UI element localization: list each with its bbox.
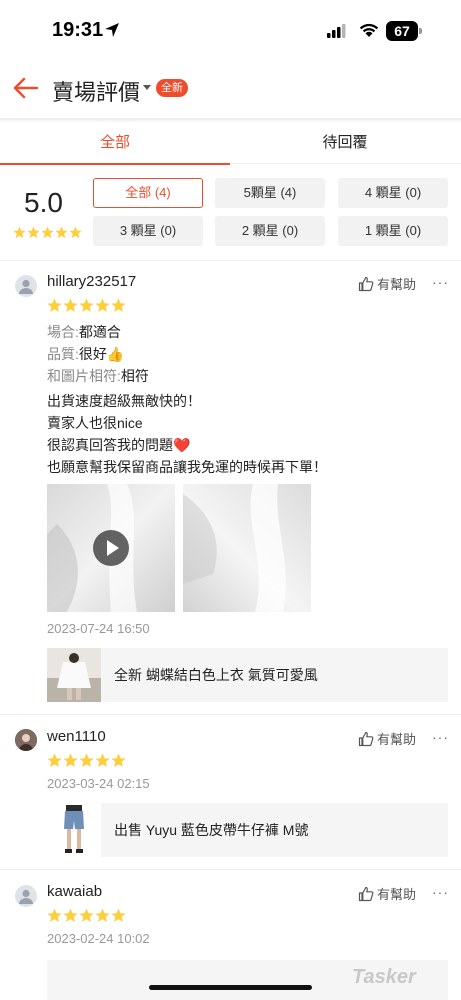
helpful-button[interactable]: 有幫助 [358, 274, 416, 293]
review-photo-thumbnail[interactable] [183, 484, 311, 612]
filter-all[interactable]: 全部 (4) [93, 178, 203, 208]
location-arrow-icon [104, 22, 120, 43]
product-link[interactable]: 出售 Yuyu 藍色皮帶牛仔褲 M號 [47, 803, 448, 857]
review-username[interactable]: hillary232517 [47, 273, 136, 290]
review-date: 2023-02-24 10:02 [47, 931, 150, 946]
review-text-line: 也願意幫我保留商品讓我免運的時候再下單！ [47, 459, 327, 475]
review-item: wen1110 有幫助 ··· 2023-03-24 02:15 出售 Yuyu… [0, 715, 461, 869]
review-text-line: 出貨速度超級無敵快的！ [47, 393, 201, 409]
avatar[interactable] [15, 729, 37, 751]
tab-all-label: 全部 [99, 134, 130, 151]
helpful-label: 有幫助 [377, 887, 417, 902]
back-arrow-icon[interactable] [12, 74, 40, 102]
more-options-icon[interactable]: ··· [432, 884, 449, 900]
review-date: 2023-07-24 16:50 [47, 621, 150, 636]
review-stars [47, 908, 125, 923]
filter-3-star[interactable]: 3 顆星 (0) [93, 216, 203, 246]
tab-bar: 全部 待回覆 [0, 122, 461, 165]
battery-level: 67 [386, 21, 418, 41]
status-time: 19:31 [52, 19, 104, 41]
helpful-label: 有幫助 [377, 277, 417, 292]
attribute-key: 場合: [47, 324, 79, 340]
filter-2-star[interactable]: 2 顆星 (0) [215, 216, 325, 246]
review-text-line: 很認真回答我的問題❤️ [47, 437, 191, 453]
tab-pending-reply[interactable]: 待回覆 [230, 122, 460, 164]
review-text-line: 賣家人也很nice [47, 415, 143, 431]
review-stars [47, 753, 125, 768]
status-bar: 19:31 67 [0, 0, 461, 62]
review-stars [47, 298, 125, 313]
attribute-key: 和圖片相符: [47, 368, 121, 384]
product-name: 全新 蝴蝶結白色上衣 氣質可愛風 [114, 667, 318, 683]
avatar[interactable] [15, 275, 37, 297]
tab-pending-reply-label: 待回覆 [322, 134, 368, 151]
caret-down-icon[interactable] [143, 85, 151, 90]
play-icon[interactable] [93, 530, 129, 566]
helpful-button[interactable]: 有幫助 [358, 884, 416, 903]
attribute-value: 相符 [120, 368, 149, 384]
product-link[interactable]: 全新 蝴蝶結白色上衣 氣質可愛風 [47, 648, 448, 702]
wifi-icon [358, 22, 380, 43]
average-rating: 5.0 [24, 187, 63, 218]
helpful-button[interactable]: 有幫助 [358, 729, 416, 748]
attribute-value: 都適合 [78, 324, 121, 340]
review-video-thumbnail[interactable] [47, 484, 175, 612]
product-thumbnail [47, 803, 101, 857]
review-username[interactable]: wen1110 [47, 728, 106, 745]
filter-1-star[interactable]: 1 顆星 (0) [338, 216, 448, 246]
attribute-match: 和圖片相符:相符 [47, 366, 149, 386]
new-badge: 全新 [156, 79, 188, 97]
attribute-key: 品質: [47, 346, 79, 362]
thumbs-up-icon [358, 276, 374, 291]
rating-summary: 5.0 全部 (4) 5顆星 (4) 4 顆星 (0) 3 顆星 (0) 2 顆… [0, 165, 461, 261]
attribute-quality: 品質:很好👍 [47, 344, 124, 364]
thumbs-up-icon [358, 731, 374, 746]
review-username[interactable]: kawaiab [47, 883, 102, 900]
attribute-occasion: 場合:都適合 [47, 322, 121, 342]
helpful-label: 有幫助 [377, 732, 417, 747]
cellular-signal-icon [327, 24, 347, 43]
home-indicator[interactable] [149, 985, 312, 990]
avatar[interactable] [15, 885, 37, 907]
average-stars [13, 226, 83, 244]
product-name: 出售 Yuyu 藍色皮帶牛仔褲 M號 [114, 822, 309, 838]
page-title[interactable]: 賣場評價 [52, 75, 140, 107]
attribute-value: 很好👍 [78, 346, 125, 362]
review-date: 2023-03-24 02:15 [47, 776, 150, 791]
tab-all[interactable]: 全部 [0, 122, 230, 165]
more-options-icon[interactable]: ··· [432, 729, 449, 745]
more-options-icon[interactable]: ··· [432, 274, 449, 290]
thumbs-up-icon [358, 886, 374, 901]
watermark-logo: Tasker [352, 966, 416, 988]
page-header: 賣場評價 全新 [0, 62, 461, 118]
review-item: hillary232517 有幫助 ··· 場合:都適合 品質:很好👍 和圖片相… [0, 261, 461, 714]
filter-4-star[interactable]: 4 顆星 (0) [338, 178, 448, 208]
battery-icon: 67 [386, 21, 422, 41]
filter-5-star[interactable]: 5顆星 (4) [215, 178, 325, 208]
product-thumbnail [47, 648, 101, 702]
